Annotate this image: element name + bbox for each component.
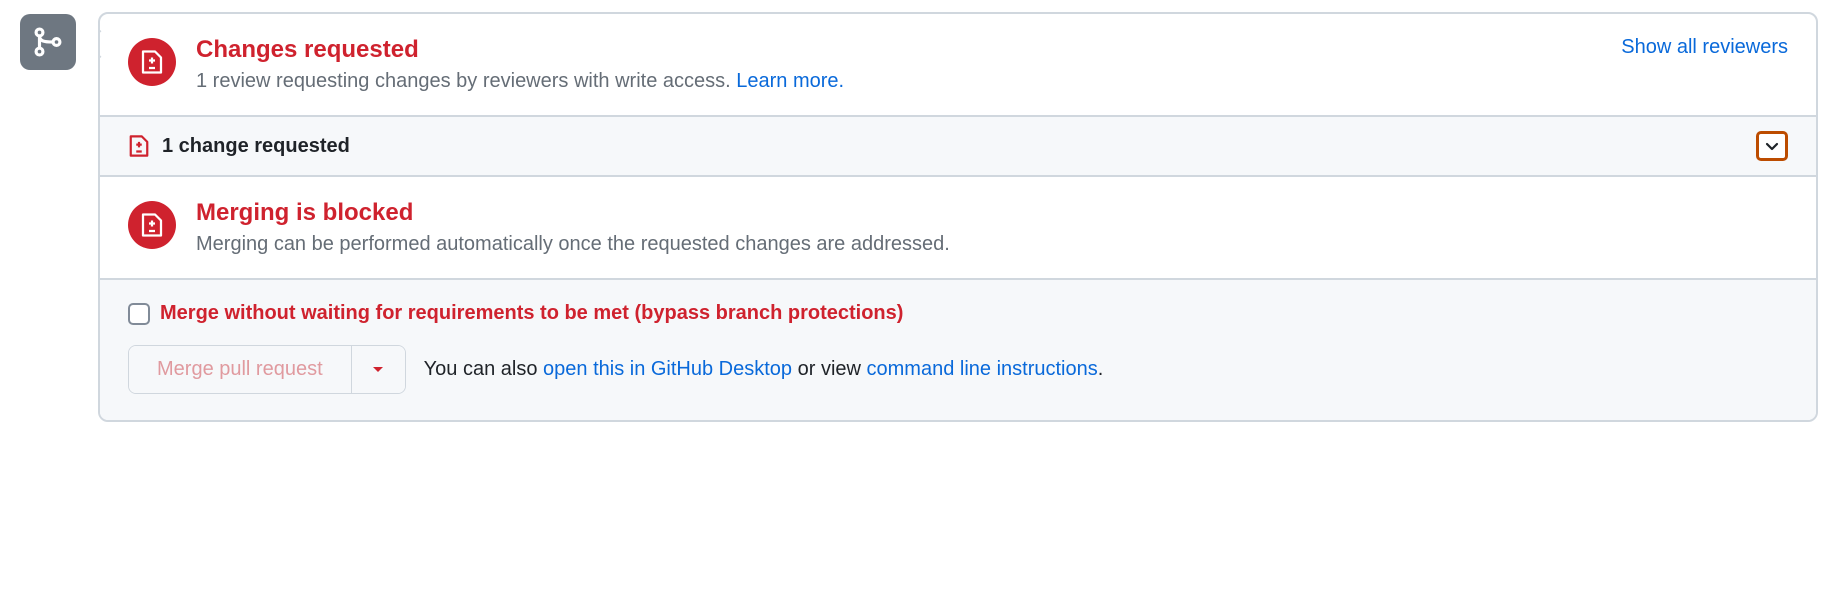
merge-pull-request-button[interactable]: Merge pull request [129,346,351,393]
file-diff-icon [128,201,176,249]
show-all-reviewers-link[interactable]: Show all reviewers [1621,36,1788,59]
git-merge-icon [20,14,76,70]
merge-note-middle: or view [792,358,866,380]
file-diff-icon [128,38,176,86]
changes-requested-desc: 1 review requesting changes by reviewers… [196,70,844,93]
merge-note: You can also open this in GitHub Desktop… [424,358,1104,381]
merge-note-suffix: . [1098,358,1104,380]
merging-blocked-section: Merging is blocked Merging can be perfor… [100,177,1816,279]
change-requested-summary[interactable]: 1 change requested [100,116,1816,177]
caret-down-icon [372,366,384,374]
review-desc-text: 1 review requesting changes by reviewers… [196,70,736,92]
changes-requested-title: Changes requested [196,36,844,64]
merging-blocked-title: Merging is blocked [196,199,1788,227]
merge-note-prefix: You can also [424,358,543,380]
changes-requested-section: Changes requested 1 review requesting ch… [100,14,1816,116]
bypass-label[interactable]: Merge without waiting for requirements t… [160,302,903,325]
cli-instructions-link[interactable]: command line instructions [867,358,1098,380]
summary-label: 1 change requested [162,135,350,158]
merging-blocked-desc: Merging can be performed automatically o… [196,233,1788,256]
expand-reviews-button[interactable] [1756,131,1788,161]
chevron-down-icon [1764,138,1780,154]
learn-more-link[interactable]: Learn more. [736,70,844,92]
github-desktop-link[interactable]: open this in GitHub Desktop [543,358,792,380]
merge-status-panel: Changes requested 1 review requesting ch… [98,12,1818,422]
file-diff-icon [128,133,150,159]
merge-actions-section: Merge without waiting for requirements t… [100,279,1816,420]
merge-dropdown-button[interactable] [351,346,405,393]
merge-button-group: Merge pull request [128,345,406,394]
bypass-checkbox[interactable] [128,303,150,325]
